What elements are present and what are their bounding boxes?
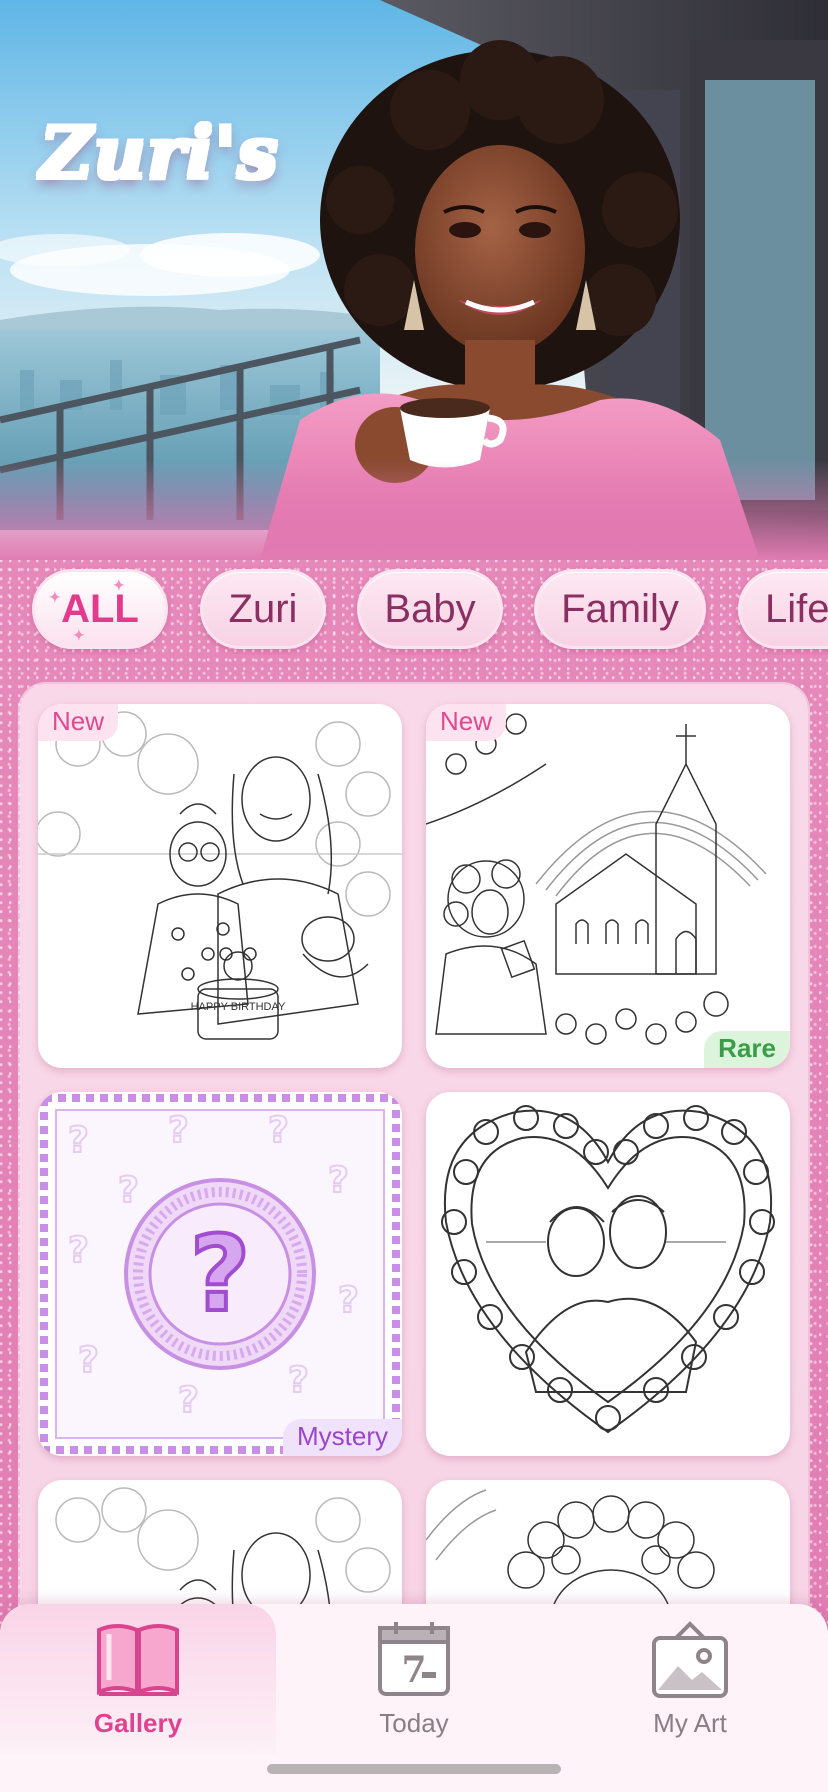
coloring-page-thumbnail xyxy=(426,713,767,1045)
hero-banner: Zuri's xyxy=(0,0,828,560)
cake-text: HAPPY BIRTHDAY xyxy=(191,1001,286,1013)
tab-label: Gallery xyxy=(93,1708,183,1738)
category-chip-label: ALL xyxy=(61,587,139,631)
svg-text:?: ? xyxy=(178,1380,199,1421)
category-filter-bar: ✦ ✦ ✦ ALL Zuri Baby Family Life xyxy=(0,565,828,655)
mystery-badge: Mystery xyxy=(283,1419,402,1456)
mystery-thumbnail: ??? ??? ??? ? ? xyxy=(40,1094,400,1454)
new-badge: New xyxy=(426,704,507,741)
category-chip-life[interactable]: Life xyxy=(738,569,828,649)
category-chip-baby[interactable]: Baby xyxy=(357,569,503,649)
coloring-card-mystery[interactable]: ??? ??? ??? ? ? Mystery xyxy=(38,1092,402,1456)
svg-text:?: ? xyxy=(78,1340,99,1381)
question-mark-icon: ? xyxy=(190,1213,250,1335)
svg-text:?: ? xyxy=(338,1280,359,1321)
svg-text:?: ? xyxy=(168,1110,189,1151)
svg-text:?: ? xyxy=(268,1110,289,1151)
calendar-day: 7 xyxy=(401,1649,426,1691)
category-chip-label: Baby xyxy=(384,587,476,631)
sparkle-icon: ✦ xyxy=(49,589,61,605)
coloring-page-thumbnail: HAPPY BIRTHDAY xyxy=(38,711,402,1040)
new-badge: New xyxy=(38,704,119,741)
category-chip-all[interactable]: ✦ ✦ ✦ ALL xyxy=(32,569,168,649)
calendar-icon: 7 xyxy=(376,1620,452,1702)
category-chip-label: Life xyxy=(765,587,828,631)
svg-text:?: ? xyxy=(68,1230,89,1271)
picture-frame-icon xyxy=(650,1620,730,1704)
book-icon xyxy=(95,1620,181,1702)
category-chip-label: Zuri xyxy=(228,587,298,631)
svg-text:?: ? xyxy=(68,1120,89,1161)
sparkle-icon: ✦ xyxy=(73,627,85,643)
app-brand-title: Zuri's xyxy=(39,109,280,197)
category-chip-zuri[interactable]: Zuri xyxy=(200,569,326,649)
category-chip-family[interactable]: Family xyxy=(534,569,706,649)
hero-illustration xyxy=(0,0,828,560)
tab-my-art[interactable]: My Art xyxy=(552,1604,828,1754)
coloring-card-birthday-family[interactable]: HAPPY BIRTHDAY New xyxy=(38,704,402,1068)
svg-text:?: ? xyxy=(288,1360,309,1401)
tab-label: Today xyxy=(379,1708,449,1738)
coloring-card-heart-couple[interactable] xyxy=(426,1092,790,1456)
coloring-page-thumbnail xyxy=(441,1105,775,1434)
app-screen: Zuri's ✦ ✦ ✦ ALL Zuri Baby Family Life H… xyxy=(0,0,828,1792)
rare-badge: Rare xyxy=(704,1031,790,1068)
home-indicator[interactable] xyxy=(267,1764,561,1774)
tab-today[interactable]: 7 Today xyxy=(276,1604,552,1754)
category-chip-label: Family xyxy=(561,587,679,631)
sparkle-icon: ✦ xyxy=(113,577,125,593)
coloring-card-church-reading[interactable]: New Rare xyxy=(426,704,790,1068)
tab-label: My Art xyxy=(653,1708,727,1738)
svg-text:?: ? xyxy=(328,1160,349,1201)
tab-gallery[interactable]: Gallery xyxy=(0,1604,276,1754)
svg-text:?: ? xyxy=(118,1170,139,1211)
